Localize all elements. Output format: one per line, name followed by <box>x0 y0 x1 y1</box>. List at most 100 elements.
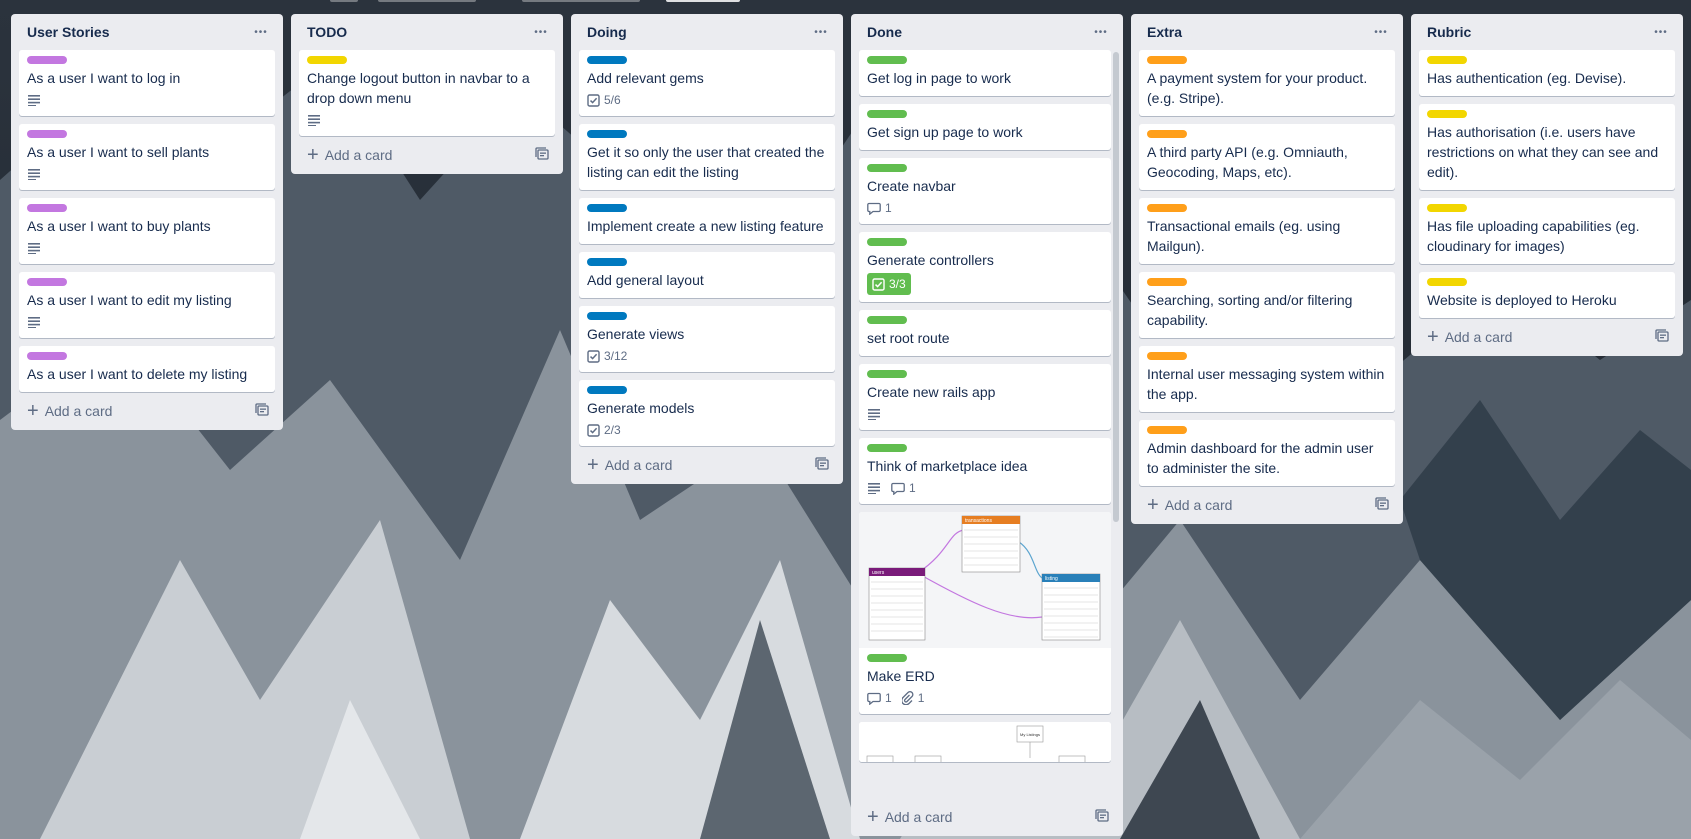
card-template-icon[interactable] <box>1095 808 1109 826</box>
card-label[interactable] <box>27 130 67 138</box>
card-template-icon[interactable] <box>1375 496 1389 514</box>
card-label[interactable] <box>1427 56 1467 64</box>
comment-icon <box>867 202 881 215</box>
card[interactable]: Searching, sorting and/or filtering capa… <box>1139 272 1395 338</box>
card[interactable]: As a user I want to delete my listing <box>19 346 275 392</box>
card-label[interactable] <box>867 238 907 246</box>
card-label[interactable] <box>307 56 347 64</box>
card[interactable]: Transactional emails (eg. using Mailgun)… <box>1139 198 1395 264</box>
card-label[interactable] <box>27 278 67 286</box>
card-label[interactable] <box>27 352 67 360</box>
comment-count: 1 <box>909 481 916 495</box>
card-label[interactable] <box>587 130 627 138</box>
card-label[interactable] <box>27 204 67 212</box>
list-title[interactable]: Rubric <box>1427 24 1471 40</box>
list-title[interactable]: Extra <box>1147 24 1182 40</box>
card[interactable]: Create navbar 1 <box>859 158 1111 224</box>
card[interactable]: Get it so only the user that created the… <box>579 124 835 190</box>
card-label[interactable] <box>867 444 907 452</box>
card[interactable]: Add relevant gems 5/6 <box>579 50 835 116</box>
checklist-badge: 3/3 <box>867 273 911 295</box>
card[interactable]: users transactions listing Make ERD 1 1 <box>859 512 1111 714</box>
add-card-button[interactable]: + Add a card <box>1427 327 1512 347</box>
checklist-badge: 2/3 <box>587 423 621 437</box>
card-title: As a user I want to edit my listing <box>27 292 232 308</box>
card[interactable]: Add general layout <box>579 252 835 298</box>
list-done: Done ••• Get log in page to work Get sign u… <box>851 14 1123 836</box>
list-menu-icon[interactable]: ••• <box>529 20 553 44</box>
card-label[interactable] <box>1147 352 1187 360</box>
card[interactable]: Create new rails app <box>859 364 1111 430</box>
card[interactable]: set root route <box>859 310 1111 356</box>
card-label[interactable] <box>867 110 907 118</box>
card-label[interactable] <box>587 312 627 320</box>
scrollbar[interactable] <box>1113 52 1119 522</box>
card[interactable]: Get log in page to work <box>859 50 1111 96</box>
card[interactable]: As a user I want to log in <box>19 50 275 116</box>
add-card-row: + Add a card <box>299 136 555 174</box>
card[interactable]: Generate controllers 3/3 <box>859 232 1111 302</box>
card[interactable]: Generate views 3/12 <box>579 306 835 372</box>
card-label[interactable] <box>1147 426 1187 434</box>
card-badges: 3/12 <box>587 344 827 368</box>
list-menu-icon[interactable]: ••• <box>249 20 273 44</box>
checklist-count: 3/3 <box>889 277 906 291</box>
card[interactable]: Has authentication (eg. Devise). <box>1419 50 1675 96</box>
list-menu-icon[interactable]: ••• <box>1369 20 1393 44</box>
list-title[interactable]: User Stories <box>27 24 109 40</box>
list-title[interactable]: TODO <box>307 24 347 40</box>
card-scroll-area[interactable]: Get log in page to work Get sign up page … <box>859 50 1119 798</box>
card-label[interactable] <box>1147 204 1187 212</box>
card-label[interactable] <box>1147 278 1187 286</box>
add-card-button[interactable]: + Add a card <box>27 401 112 421</box>
card[interactable]: Get sign up page to work <box>859 104 1111 150</box>
card[interactable]: Think of marketplace idea 1 <box>859 438 1111 504</box>
card[interactable]: A payment system for your product. (e.g.… <box>1139 50 1395 116</box>
card-label[interactable] <box>587 386 627 394</box>
list-title[interactable]: Doing <box>587 24 627 40</box>
card-label[interactable] <box>1147 130 1187 138</box>
list-menu-icon[interactable]: ••• <box>1089 20 1113 44</box>
add-card-button[interactable]: + Add a card <box>587 455 672 475</box>
add-card-button[interactable]: + Add a card <box>307 145 392 165</box>
card-label[interactable] <box>867 56 907 64</box>
card-title: As a user I want to delete my listing <box>27 366 248 382</box>
card-label[interactable] <box>1427 204 1467 212</box>
card-label[interactable] <box>1427 110 1467 118</box>
card-label[interactable] <box>867 164 907 172</box>
card-label[interactable] <box>587 258 627 266</box>
list-title[interactable]: Done <box>867 24 902 40</box>
card[interactable]: As a user I want to buy plants <box>19 198 275 264</box>
list-menu-icon[interactable]: ••• <box>1649 20 1673 44</box>
card-template-icon[interactable] <box>255 402 269 420</box>
list-header: Doing ••• <box>579 14 835 50</box>
card-label[interactable] <box>1147 56 1187 64</box>
card[interactable]: Has file uploading capabilities (eg. clo… <box>1419 198 1675 264</box>
card-template-icon[interactable] <box>1655 328 1669 346</box>
card-label[interactable] <box>27 56 67 64</box>
list-header: Rubric ••• <box>1419 14 1675 50</box>
card-label[interactable] <box>587 204 627 212</box>
card-label[interactable] <box>867 654 907 662</box>
card[interactable]: Generate models 2/3 <box>579 380 835 446</box>
card-template-icon[interactable] <box>815 456 829 474</box>
card[interactable]: Internal user messaging system within th… <box>1139 346 1395 412</box>
card-label[interactable] <box>587 56 627 64</box>
card-template-icon[interactable] <box>535 146 549 164</box>
card[interactable]: As a user I want to sell plants <box>19 124 275 190</box>
description-icon <box>27 316 41 328</box>
list-menu-icon[interactable]: ••• <box>809 20 833 44</box>
card[interactable]: Has authorisation (i.e. users have restr… <box>1419 104 1675 190</box>
add-card-button[interactable]: + Add a card <box>867 807 952 827</box>
card[interactable]: Website is deployed to Heroku <box>1419 272 1675 318</box>
card-label[interactable] <box>867 370 907 378</box>
card[interactable]: As a user I want to edit my listing <box>19 272 275 338</box>
card[interactable]: A third party API (e.g. Omniauth, Geocod… <box>1139 124 1395 190</box>
card[interactable]: Change logout button in navbar to a drop… <box>299 50 555 136</box>
card[interactable]: Admin dashboard for the admin user to ad… <box>1139 420 1395 486</box>
card[interactable]: Implement create a new listing feature <box>579 198 835 244</box>
add-card-button[interactable]: + Add a card <box>1147 495 1232 515</box>
card-label[interactable] <box>867 316 907 324</box>
card[interactable]: My Listings <box>859 722 1111 762</box>
card-label[interactable] <box>1427 278 1467 286</box>
